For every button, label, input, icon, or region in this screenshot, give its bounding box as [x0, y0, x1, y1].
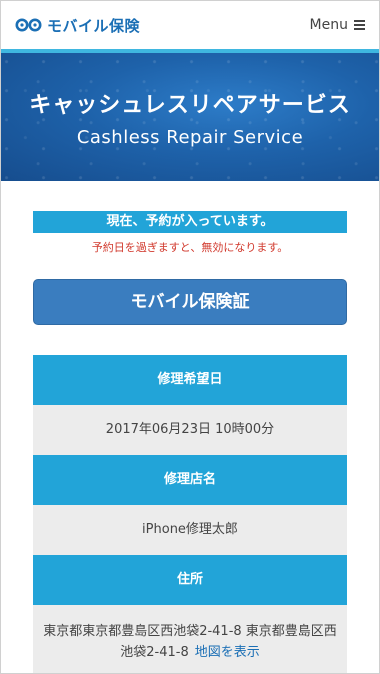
address-label: 住所 [33, 555, 347, 605]
logo-text: モバイル保険 [47, 16, 141, 35]
reservation-details: 修理希望日 2017年06月23日 10時00分 修理店名 iPhone修理太郎… [33, 355, 347, 673]
hamburger-icon [354, 20, 365, 30]
insurance-certificate-button[interactable]: モバイル保険証 [33, 279, 347, 325]
hero-subtitle: Cashless Repair Service [76, 126, 304, 148]
reservation-status: 現在、予約が入っています。 [33, 211, 347, 233]
logo-icon [15, 18, 43, 32]
menu-label: Menu [309, 17, 348, 33]
address-text: 東京都東京都豊島区西池袋2-41-8 東京都豊島区西池袋2-41-8 [43, 624, 337, 660]
app-frame: モバイル保険 Menu キャッシュレスリペアサービス Cashless Repa… [0, 0, 380, 674]
shop-name-value: iPhone修理太郎 [33, 505, 347, 555]
logo[interactable]: モバイル保険 [15, 15, 140, 36]
menu-button[interactable]: Menu [310, 17, 365, 33]
repair-date-label: 修理希望日 [33, 355, 347, 405]
expiry-warning: 予約日を過ぎますと、無効になります。 [91, 241, 289, 254]
repair-date-value: 2017年06月23日 10時00分 [33, 405, 347, 455]
hero-banner: キャッシュレスリペアサービス Cashless Repair Service [1, 53, 379, 181]
main-content: 現在、予約が入っています。 予約日を過ぎますと、無効になります。 モバイル保険証… [1, 181, 379, 673]
hero-title: キャッシュレスリペアサービス [29, 92, 351, 118]
header: モバイル保険 Menu [1, 1, 379, 53]
address-value: 東京都東京都豊島区西池袋2-41-8 東京都豊島区西池袋2-41-8 地図を表示 [33, 605, 347, 673]
show-map-link[interactable]: 地図を表示 [195, 645, 260, 660]
shop-name-label: 修理店名 [33, 455, 347, 505]
